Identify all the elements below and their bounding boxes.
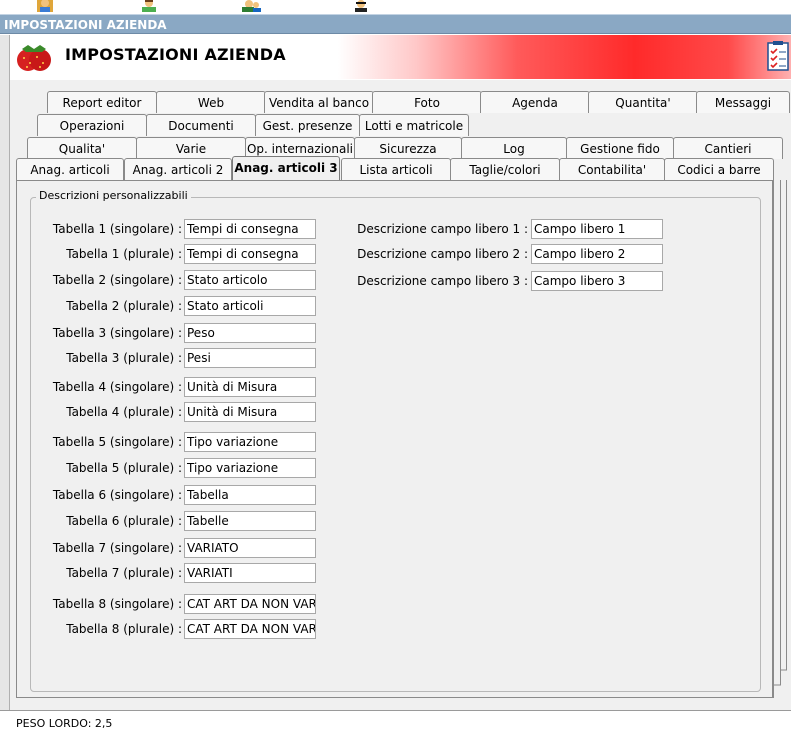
person-icon [142,0,156,12]
tab-cantieri[interactable]: Cantieri [673,137,783,159]
table-description-input[interactable] [184,485,316,505]
table-description-input[interactable] [184,432,316,452]
header-title: IMPOSTAZIONI AZIENDA [65,45,286,64]
tab-report-editor[interactable]: Report editor [47,91,157,113]
tab-anag-articoli-2[interactable]: Anag. articoli 2 [124,158,232,180]
table-description-input[interactable] [184,244,316,264]
table-description-input[interactable] [184,402,316,422]
tab-contabilita[interactable]: Contabilita' [559,158,665,180]
table-description-input[interactable] [184,377,316,397]
table-description-input[interactable] [184,538,316,558]
field-label: Tabella 4 (plurale) : [66,405,182,419]
tab-varie[interactable]: Varie [136,137,246,159]
checklist-icon[interactable] [767,41,789,71]
field-label: Tabella 1 (plurale) : [66,247,182,261]
free-field-input[interactable] [531,271,663,291]
tab-operazioni[interactable]: Operazioni [37,114,147,136]
group-title: Descrizioni personalizzabili [36,189,191,202]
person-icon [355,0,367,12]
free-field-input[interactable] [531,244,663,264]
status-text: PESO LORDO: 2,5 [16,717,113,730]
tab-lotti-e-matricole[interactable]: Lotti e matricole [359,114,469,136]
header-banner: IMPOSTAZIONI AZIENDA [10,35,791,79]
table-description-input[interactable] [184,270,316,290]
tab-sicurezza[interactable]: Sicurezza [354,137,462,159]
stacked-panel-edges [773,180,787,698]
free-field-input[interactable] [531,219,663,239]
person-icon [242,0,261,12]
tab-messaggi[interactable]: Messaggi [696,91,790,113]
field-label: Tabella 2 (plurale) : [66,299,182,313]
free-field-label: Descrizione campo libero 2 : [357,247,528,261]
table-description-input[interactable] [184,511,316,531]
tab-vendita-al-banco[interactable]: Vendita al banco [264,91,374,113]
field-label: Tabella 8 (plurale) : [66,622,182,636]
free-field-label: Descrizione campo libero 3 : [357,274,528,288]
table-description-input[interactable] [184,219,316,239]
tab-documenti[interactable]: Documenti [146,114,256,136]
tab-gest-presenze[interactable]: Gest. presenze [255,114,360,136]
tab-codici-a-barre[interactable]: Codici a barre [664,158,774,180]
field-label: Tabella 6 (plurale) : [66,514,182,528]
background-toolbar-strip [0,0,791,14]
window-left-border [0,35,10,710]
window-title-bar[interactable]: IMPOSTAZIONI AZIENDA [0,14,791,34]
strawberry-icon [17,45,51,71]
field-label: Tabella 2 (singolare) : [52,273,182,287]
table-description-input[interactable] [184,296,316,316]
tab-agenda[interactable]: Agenda [480,91,590,113]
tab-anag-articoli-3[interactable]: Anag. articoli 3 [232,156,340,180]
table-description-input[interactable] [184,594,316,614]
status-bar: PESO LORDO: 2,5 [0,710,791,737]
field-label: Tabella 5 (singolare) : [52,435,182,449]
field-label: Tabella 6 (singolare) : [52,488,182,502]
field-label: Tabella 3 (plurale) : [66,351,182,365]
field-label: Tabella 1 (singolare) : [52,222,182,236]
tab-foto[interactable]: Foto [372,91,482,113]
table-description-input[interactable] [184,323,316,343]
table-description-input[interactable] [184,348,316,368]
field-label: Tabella 8 (singolare) : [52,597,182,611]
field-label: Tabella 7 (singolare) : [52,541,182,555]
field-label: Tabella 7 (plurale) : [66,566,182,580]
table-description-input[interactable] [184,619,316,639]
field-label: Tabella 5 (plurale) : [66,461,182,475]
window-title: IMPOSTAZIONI AZIENDA [4,18,167,32]
tab-web[interactable]: Web [156,91,266,113]
table-description-input[interactable] [184,563,316,583]
field-label: Tabella 4 (singolare) : [52,380,182,394]
tab-quantita[interactable]: Quantita' [588,91,698,113]
tab-gestione-fido[interactable]: Gestione fido [566,137,674,159]
tab-taglie-colori[interactable]: Taglie/colori [450,158,560,180]
tab-anag-articoli[interactable]: Anag. articoli [16,158,124,180]
free-field-label: Descrizione campo libero 1 : [357,222,528,236]
field-label: Tabella 3 (singolare) : [52,326,182,340]
table-description-input[interactable] [184,458,316,478]
tab-log[interactable]: Log [461,137,567,159]
tab-qualita[interactable]: Qualita' [27,137,137,159]
person-icon [37,0,53,12]
tab-lista-articoli[interactable]: Lista articoli [341,158,451,180]
